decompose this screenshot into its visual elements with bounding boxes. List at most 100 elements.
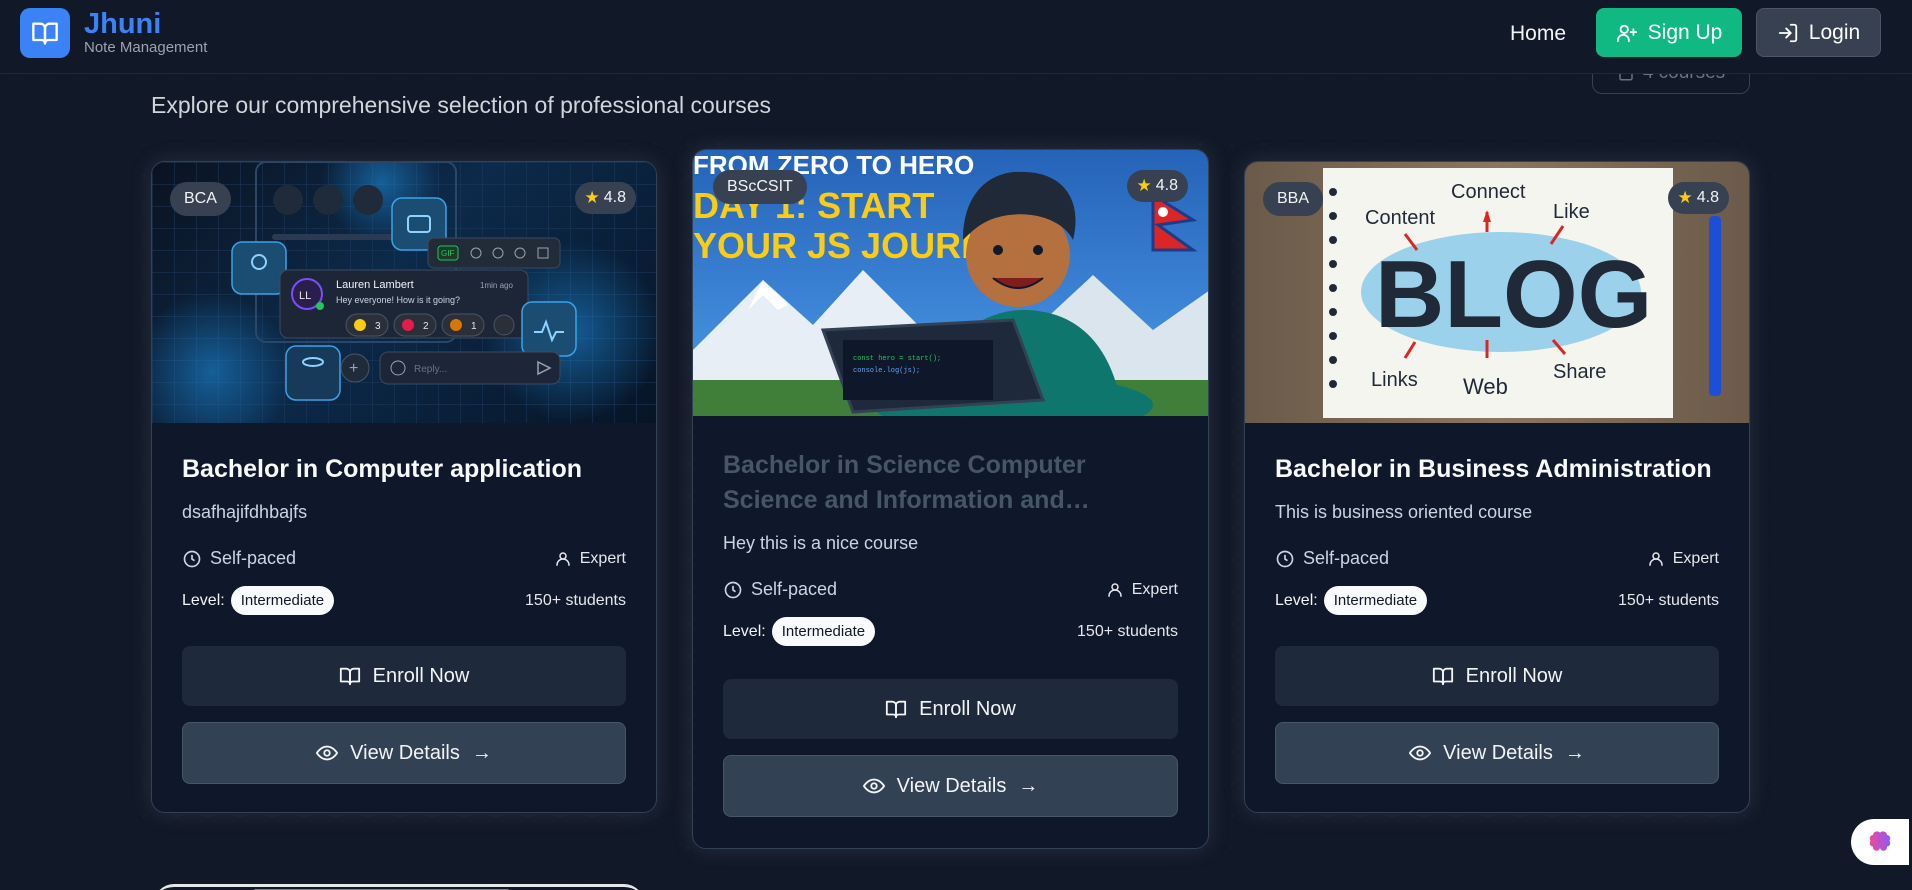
view-details-button[interactable]: View Details → bbox=[1275, 722, 1719, 784]
course-card-bsccsit: FROM ZERO TO HERO DAY 1: START YOUR JS J… bbox=[692, 149, 1209, 849]
enroll-button[interactable]: Enroll Now bbox=[182, 646, 626, 706]
course-title[interactable]: Bachelor in Science Computer Science and… bbox=[723, 448, 1123, 518]
instructor-label: Expert bbox=[1672, 549, 1719, 567]
enroll-label: Enroll Now bbox=[919, 697, 1016, 720]
user-plus-icon bbox=[1616, 24, 1637, 42]
rating-value: 4.8 bbox=[1696, 189, 1719, 206]
clock-icon bbox=[1276, 550, 1294, 567]
user-icon bbox=[556, 551, 570, 566]
instructor-label: Expert bbox=[1131, 580, 1178, 598]
assistant-fab-button[interactable] bbox=[1851, 819, 1909, 865]
category-badge: BScCSIT bbox=[713, 170, 807, 204]
category-badge: BBA bbox=[1263, 182, 1324, 216]
login-label: Login bbox=[1808, 20, 1861, 44]
user-icon bbox=[1649, 551, 1663, 566]
svg-text:Web: Web bbox=[1463, 374, 1508, 399]
instructor-label: Expert bbox=[579, 549, 626, 567]
arrow-right-icon: → bbox=[1564, 741, 1585, 764]
clock-icon bbox=[183, 550, 201, 567]
section-subtitle: Explore our comprehensive selection of p… bbox=[151, 92, 772, 118]
login-button[interactable]: Login bbox=[1756, 8, 1881, 57]
view-details-label: View Details bbox=[896, 774, 1007, 797]
view-details-button[interactable]: View Details → bbox=[182, 722, 626, 784]
brand[interactable]: Jhuni Note Management bbox=[20, 8, 207, 58]
pace-label: Self-paced bbox=[1303, 548, 1390, 568]
brand-name: Jhuni bbox=[84, 8, 162, 40]
star-icon: ★ bbox=[1136, 176, 1152, 195]
level-label: Level: bbox=[1275, 591, 1318, 609]
enroll-label: Enroll Now bbox=[372, 664, 470, 687]
login-icon bbox=[1778, 23, 1797, 42]
course-meta-row: Self-paced Expert bbox=[182, 548, 626, 569]
rating-badge: ★ 4.8 bbox=[1126, 170, 1188, 202]
svg-text:2: 2 bbox=[423, 321, 429, 332]
course-description: dsafhajifdhbajfs bbox=[182, 502, 308, 522]
level-label: Level: bbox=[182, 591, 225, 609]
svg-text:1min ago: 1min ago bbox=[480, 281, 513, 290]
svg-text:3: 3 bbox=[375, 321, 381, 332]
top-navbar: Jhuni Note Management Home Sign Up Login bbox=[0, 0, 1912, 74]
students-count: 150+ students bbox=[1618, 591, 1719, 609]
svg-text:Content: Content bbox=[1365, 207, 1435, 229]
book-open-icon bbox=[1432, 667, 1453, 686]
level-label: Level: bbox=[723, 622, 766, 640]
signup-button[interactable]: Sign Up bbox=[1596, 8, 1742, 57]
course-level-row: Level: Intermediate 150+ students bbox=[723, 617, 1178, 646]
svg-text:const hero = start();: const hero = start(); bbox=[853, 355, 941, 363]
enroll-button[interactable]: Enroll Now bbox=[723, 679, 1178, 739]
svg-text:GIF: GIF bbox=[441, 249, 454, 258]
svg-text:LL: LL bbox=[299, 290, 311, 302]
course-title[interactable]: Bachelor in Business Administration bbox=[1275, 452, 1712, 487]
svg-text:Share: Share bbox=[1553, 361, 1606, 383]
eye-icon bbox=[862, 778, 885, 794]
rating-badge: ★ 4.8 bbox=[1667, 182, 1729, 214]
course-card-bba: BLOG Content Connect Like Links Web Shar… bbox=[1244, 161, 1750, 813]
book-open-icon bbox=[339, 667, 360, 686]
svg-text:Like: Like bbox=[1553, 201, 1590, 223]
clock-icon bbox=[724, 581, 742, 598]
course-image-bca: LL Lauren Lambert 1min ago Hey everyone!… bbox=[152, 162, 656, 423]
svg-text:BLOG: BLOG bbox=[1375, 241, 1652, 348]
next-row-card-edge bbox=[154, 884, 644, 890]
level-pill: Intermediate bbox=[1323, 586, 1428, 615]
rating-value: 4.8 bbox=[603, 189, 626, 206]
star-icon: ★ bbox=[1677, 188, 1693, 207]
pace-label: Self-paced bbox=[210, 548, 297, 568]
course-description: This is business oriented course bbox=[1275, 502, 1533, 522]
eye-icon bbox=[316, 745, 339, 761]
students-count: 150+ students bbox=[525, 591, 626, 609]
course-level-row: Level: Intermediate 150+ students bbox=[1275, 586, 1719, 615]
star-icon: ★ bbox=[584, 188, 600, 207]
course-level-row: Level: Intermediate 150+ students bbox=[182, 586, 626, 615]
enroll-button[interactable]: Enroll Now bbox=[1275, 646, 1719, 706]
course-description: Hey this is a nice course bbox=[723, 533, 919, 553]
svg-text:+: + bbox=[349, 360, 358, 377]
svg-text:console.log(js);: console.log(js); bbox=[853, 367, 920, 375]
view-details-label: View Details bbox=[1443, 741, 1553, 764]
enroll-label: Enroll Now bbox=[1465, 664, 1563, 687]
course-meta-row: Self-paced Expert bbox=[723, 579, 1178, 600]
view-details-label: View Details bbox=[350, 741, 460, 764]
course-image-bsccsit: FROM ZERO TO HERO DAY 1: START YOUR JS J… bbox=[693, 150, 1208, 416]
svg-text:1: 1 bbox=[471, 321, 477, 332]
user-icon bbox=[1108, 582, 1122, 597]
signup-label: Sign Up bbox=[1647, 20, 1723, 44]
course-title[interactable]: Bachelor in Computer application bbox=[182, 452, 582, 487]
view-details-button[interactable]: View Details → bbox=[723, 755, 1178, 817]
svg-text:Reply...: Reply... bbox=[414, 364, 447, 375]
level-pill: Intermediate bbox=[230, 586, 335, 615]
rating-value: 4.8 bbox=[1155, 177, 1178, 194]
rating-badge: ★ 4.8 bbox=[574, 182, 636, 214]
students-count: 150+ students bbox=[1077, 622, 1178, 640]
course-meta-row: Self-paced Expert bbox=[1275, 548, 1719, 569]
svg-text:Links: Links bbox=[1371, 369, 1418, 391]
arrow-right-icon: → bbox=[471, 741, 492, 764]
brand-subtitle: Note Management bbox=[84, 39, 208, 56]
pace-label: Self-paced bbox=[751, 579, 838, 599]
eye-icon bbox=[1409, 745, 1432, 761]
course-image-bba: BLOG Content Connect Like Links Web Shar… bbox=[1245, 162, 1749, 423]
nav-home-link[interactable]: Home bbox=[1510, 22, 1566, 46]
svg-text:Hey everyone! How is it going?: Hey everyone! How is it going? bbox=[336, 295, 460, 305]
category-badge: BCA bbox=[170, 182, 231, 216]
level-pill: Intermediate bbox=[771, 617, 876, 646]
